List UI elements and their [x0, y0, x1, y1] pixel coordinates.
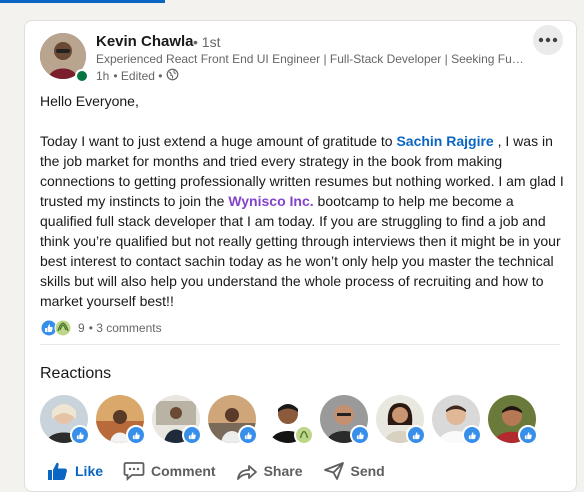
online-status-dot	[75, 69, 89, 83]
like-badge-icon	[462, 425, 482, 445]
author-name[interactable]: Kevin Chawla	[96, 33, 194, 50]
reactor-avatar[interactable]	[152, 395, 202, 445]
post-meta: 1h • Edited •	[96, 68, 179, 84]
reactions-heading: Reactions	[40, 365, 112, 382]
comment-count[interactable]: • 3 comments	[89, 321, 162, 335]
support-reaction-icon	[54, 319, 72, 337]
reactor-avatar[interactable]	[488, 395, 538, 445]
send-label: Send	[350, 463, 385, 479]
post-text: Hello Everyone, Today I want to just ext…	[40, 91, 565, 311]
like-button[interactable]: Like	[37, 457, 113, 485]
send-icon	[323, 462, 344, 480]
reactor-avatar[interactable]	[432, 395, 482, 445]
globe-icon	[166, 68, 179, 84]
like-badge-icon	[126, 425, 146, 445]
post-action-bar: Like Comment Share Send	[37, 457, 395, 485]
like-badge-icon	[406, 425, 426, 445]
post-text-part-1: Today I want to just extend a huge amoun…	[40, 133, 397, 149]
support-badge-icon	[294, 425, 314, 445]
share-button[interactable]: Share	[226, 457, 313, 485]
reactor-avatar[interactable]	[40, 395, 90, 445]
author-headline: Experienced React Front End UI Engineer …	[96, 52, 526, 66]
reactor-avatar[interactable]	[376, 395, 426, 445]
post-time: 1h	[96, 69, 110, 83]
post-text-part-3: bootcamp to help me become a qualified f…	[40, 193, 561, 309]
connection-degree: • 1st	[193, 34, 221, 50]
like-badge-icon	[350, 425, 370, 445]
reactor-avatar[interactable]	[96, 395, 146, 445]
thumbs-up-icon	[48, 462, 67, 480]
reactor-list	[40, 395, 538, 445]
divider	[40, 344, 560, 345]
post-paragraph: Today I want to just extend a huge amoun…	[40, 131, 565, 311]
more-options-button[interactable]	[533, 25, 563, 55]
reaction-icons	[40, 319, 72, 337]
feed-top-strip	[0, 0, 584, 14]
like-badge-icon	[518, 425, 538, 445]
reactor-avatar[interactable]	[208, 395, 258, 445]
edited-label: • Edited •	[113, 69, 163, 83]
reactor-avatar[interactable]	[320, 395, 370, 445]
comment-button[interactable]: Comment	[113, 457, 226, 485]
like-badge-icon	[182, 425, 202, 445]
like-badge-icon	[70, 425, 90, 445]
share-icon	[236, 465, 257, 480]
social-counts[interactable]: 9 • 3 comments	[40, 319, 162, 337]
comment-icon	[123, 462, 145, 481]
reactor-avatar[interactable]	[264, 395, 314, 445]
post-card: Kevin Chawla • 1st Experienced React Fro…	[24, 20, 577, 492]
post-greeting: Hello Everyone,	[40, 93, 139, 109]
like-badge-icon	[238, 425, 258, 445]
mention-link[interactable]: Sachin Rajgire	[396, 133, 493, 149]
more-options-icon	[538, 37, 558, 43]
send-button[interactable]: Send	[313, 457, 395, 485]
company-link[interactable]: Wynisco Inc.	[228, 193, 313, 209]
comment-label: Comment	[151, 463, 216, 479]
share-label: Share	[263, 463, 303, 479]
reaction-count[interactable]: 9	[78, 321, 85, 335]
like-label: Like	[75, 463, 104, 479]
active-tab-indicator	[0, 0, 165, 3]
